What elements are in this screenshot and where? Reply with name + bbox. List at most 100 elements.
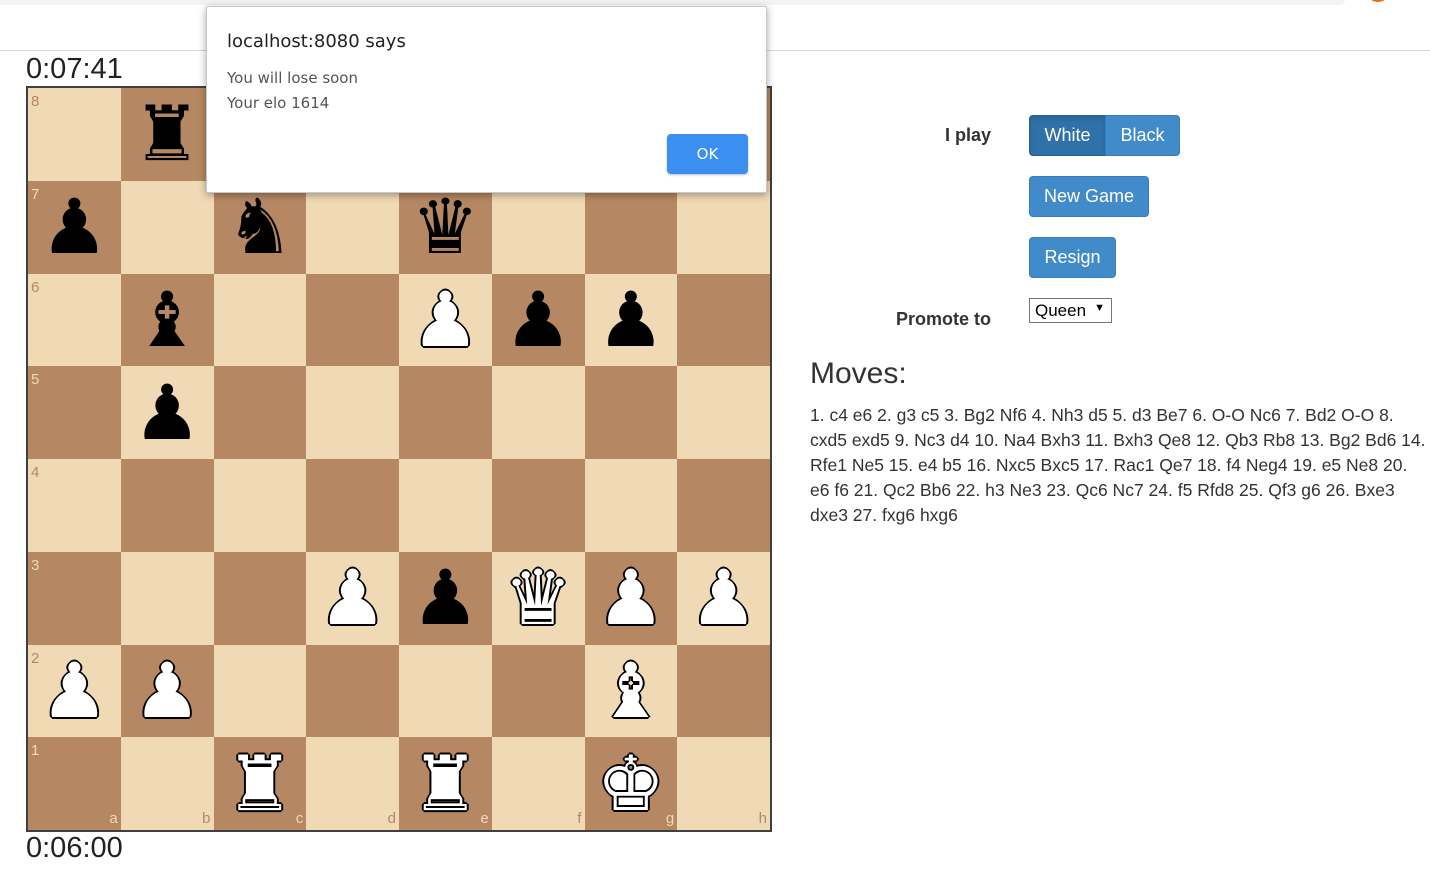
- promote-select[interactable]: Queen ▼: [1029, 298, 1112, 323]
- square-f3[interactable]: ♛: [491, 551, 585, 645]
- square-a7[interactable]: 7 ♟: [28, 180, 121, 274]
- square-b6[interactable]: ♝: [120, 273, 214, 367]
- white-pawn-icon[interactable]: ♟: [121, 645, 214, 738]
- square-h3[interactable]: ♟: [677, 551, 770, 645]
- file-label: b: [202, 810, 211, 827]
- square-c7[interactable]: ♞: [213, 180, 307, 274]
- square-e2[interactable]: [399, 644, 492, 738]
- black-bishop-icon[interactable]: ♝: [121, 274, 214, 367]
- square-e3[interactable]: ♟: [399, 551, 492, 645]
- square-c1[interactable]: c ♜: [213, 737, 307, 830]
- square-e6[interactable]: ♟: [399, 273, 492, 367]
- square-g6[interactable]: ♟: [584, 273, 678, 367]
- black-side-button[interactable]: Black: [1105, 115, 1180, 156]
- chess-board[interactable]: 8 ♜ 7 ♟ ♞ ♛ 6 ♝ ♟ ♟ ♟ 5 ♟ 4 3 ♟ ♟ ♛ ♟ ♟ 2 ♟ ♟ ♝ 1 a b c ♜ d e ♜ f g ♚ h: [26, 86, 772, 832]
- square-h1[interactable]: h: [677, 737, 770, 830]
- square-e1[interactable]: e ♜: [399, 737, 492, 830]
- white-queen-icon[interactable]: ♛: [492, 552, 585, 645]
- dialog-message-line-2: Your elo 1614: [227, 94, 330, 112]
- white-pawn-icon[interactable]: ♟: [585, 552, 678, 645]
- square-d2[interactable]: [306, 644, 399, 738]
- white-pawn-icon[interactable]: ♟: [399, 274, 492, 367]
- square-c3[interactable]: [213, 551, 307, 645]
- square-g7[interactable]: [584, 180, 678, 274]
- square-g1[interactable]: g ♚: [584, 737, 678, 830]
- square-d1[interactable]: d: [306, 737, 399, 830]
- white-pawn-icon[interactable]: ♟: [28, 645, 121, 738]
- square-a1[interactable]: 1a: [28, 737, 121, 830]
- square-a4[interactable]: 4: [28, 459, 121, 552]
- square-d3[interactable]: ♟: [306, 551, 399, 645]
- square-f4[interactable]: [491, 459, 585, 552]
- file-label: f: [577, 810, 582, 827]
- square-d6[interactable]: [306, 273, 399, 367]
- square-b3[interactable]: [120, 551, 214, 645]
- black-pawn-icon[interactable]: ♟: [121, 366, 214, 459]
- black-pawn-icon[interactable]: ♟: [28, 181, 121, 274]
- square-h7[interactable]: [677, 180, 770, 274]
- black-queen-icon[interactable]: ♛: [399, 181, 492, 274]
- square-a2[interactable]: 2 ♟: [28, 644, 121, 738]
- white-rook-icon[interactable]: ♜: [214, 737, 307, 830]
- square-f5[interactable]: [491, 366, 585, 459]
- square-g4[interactable]: [584, 459, 678, 552]
- square-e5[interactable]: [399, 366, 492, 459]
- square-c5[interactable]: [213, 366, 307, 459]
- white-king-icon[interactable]: ♚: [585, 737, 678, 830]
- opponent-clock: 0:07:41: [26, 53, 123, 85]
- square-b5[interactable]: ♟: [120, 366, 214, 459]
- square-b8[interactable]: ♜: [120, 88, 214, 181]
- square-a3[interactable]: 3: [28, 551, 121, 645]
- white-rook-icon[interactable]: ♜: [399, 737, 492, 830]
- i-play-label: I play: [944, 125, 991, 145]
- file-label: h: [758, 810, 767, 827]
- black-pawn-icon[interactable]: ♟: [585, 274, 678, 367]
- rank-label: 3: [31, 556, 40, 574]
- square-b1[interactable]: b: [120, 737, 214, 830]
- square-b7[interactable]: [120, 180, 214, 274]
- white-pawn-icon[interactable]: ♟: [677, 552, 770, 645]
- square-c2[interactable]: [213, 644, 307, 738]
- square-b2[interactable]: ♟: [120, 644, 214, 738]
- file-label: a: [109, 810, 118, 827]
- square-h2[interactable]: [677, 644, 770, 738]
- square-c4[interactable]: [213, 459, 307, 552]
- black-rook-icon[interactable]: ♜: [121, 88, 214, 181]
- square-d5[interactable]: [306, 366, 399, 459]
- square-h5[interactable]: [677, 366, 770, 459]
- resign-button[interactable]: Resign: [1029, 237, 1116, 278]
- square-e4[interactable]: [399, 459, 492, 552]
- square-a8[interactable]: 8: [28, 88, 121, 181]
- white-bishop-icon[interactable]: ♝: [585, 645, 678, 738]
- black-pawn-icon[interactable]: ♟: [492, 274, 585, 367]
- square-g5[interactable]: [584, 366, 678, 459]
- square-f6[interactable]: ♟: [491, 273, 585, 367]
- address-bar[interactable]: [0, 0, 1345, 5]
- browser-update-icon[interactable]: [1366, 0, 1390, 2]
- dialog-title: localhost:8080 says: [227, 31, 406, 52]
- square-a6[interactable]: 6: [28, 273, 121, 367]
- white-side-button[interactable]: White: [1029, 115, 1106, 156]
- square-a5[interactable]: 5: [28, 366, 121, 459]
- square-g2[interactable]: ♝: [584, 644, 678, 738]
- new-game-button[interactable]: New Game: [1029, 176, 1149, 217]
- square-g3[interactable]: ♟: [584, 551, 678, 645]
- black-pawn-icon[interactable]: ♟: [399, 552, 492, 645]
- rank-label: 6: [31, 278, 40, 296]
- black-knight-icon[interactable]: ♞: [214, 181, 307, 274]
- square-c6[interactable]: [213, 273, 307, 367]
- square-h4[interactable]: [677, 459, 770, 552]
- chevron-down-icon: ▼: [1094, 302, 1105, 314]
- square-h6[interactable]: [677, 273, 770, 367]
- square-f7[interactable]: [491, 180, 585, 274]
- rank-label: 5: [31, 371, 40, 389]
- square-b4[interactable]: [120, 459, 214, 552]
- square-f1[interactable]: f: [491, 737, 585, 830]
- ok-button[interactable]: OK: [667, 134, 748, 174]
- square-f2[interactable]: [491, 644, 585, 738]
- square-e7[interactable]: ♛: [399, 180, 492, 274]
- promote-label: Promote to: [895, 309, 991, 329]
- square-d7[interactable]: [306, 180, 399, 274]
- square-d4[interactable]: [306, 459, 399, 552]
- white-pawn-icon[interactable]: ♟: [306, 552, 399, 645]
